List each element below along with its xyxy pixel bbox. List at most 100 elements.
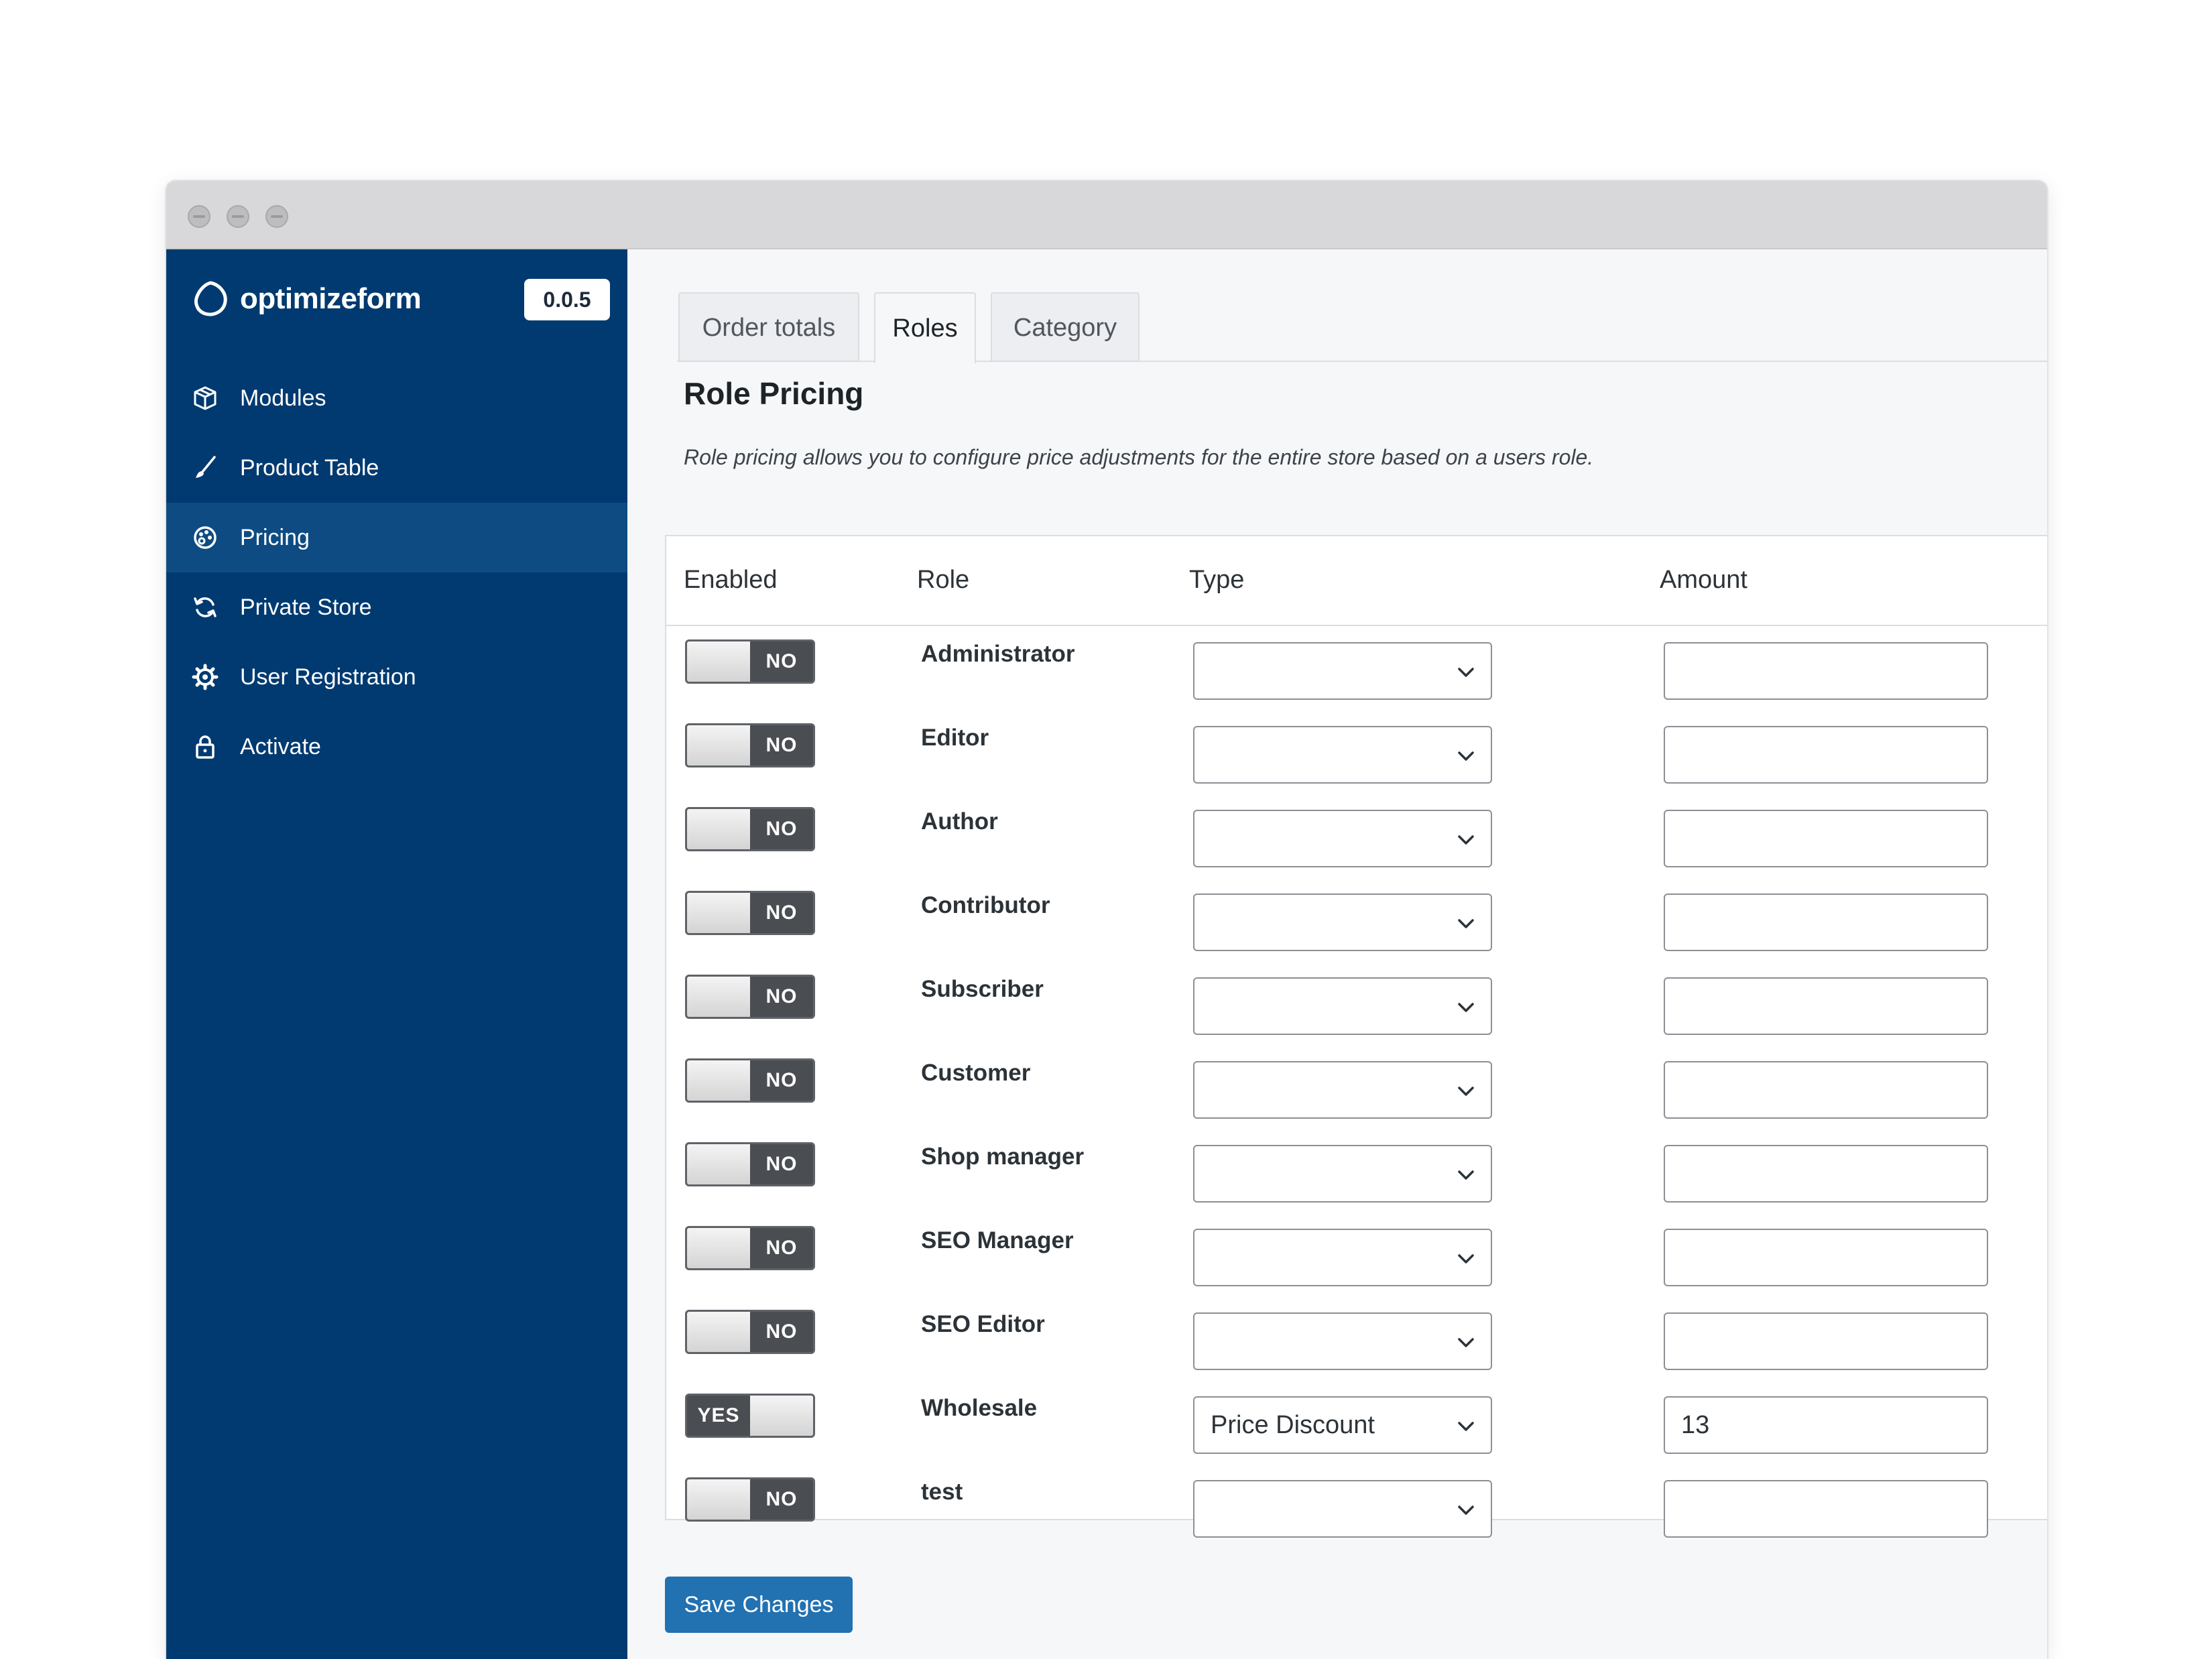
toggle-knob <box>687 977 750 1017</box>
enabled-toggle[interactable]: NO <box>685 1226 815 1270</box>
chevron-down-icon <box>1458 1170 1474 1180</box>
toggle-label: NO <box>765 1069 798 1091</box>
type-select[interactable] <box>1193 726 1492 784</box>
enabled-toggle[interactable]: NO <box>685 723 815 767</box>
role-name: Wholesale <box>921 1395 1038 1421</box>
amount-input[interactable] <box>1664 1312 1988 1370</box>
header-divider <box>666 625 2047 626</box>
enabled-toggle[interactable]: YES <box>685 1394 815 1438</box>
amount-input[interactable] <box>1664 1145 1988 1203</box>
role-pricing-table: Enabled Role Type Amount NO Administrator… <box>665 535 2047 1538</box>
amount-input[interactable] <box>1664 1229 1988 1286</box>
sidebar-item-modules[interactable]: Modules <box>166 363 627 433</box>
type-select[interactable] <box>1193 1145 1492 1203</box>
version-badge: 0.0.5 <box>524 279 610 320</box>
table-row: YES Wholesale Price Discount 13 <box>666 1381 2047 1465</box>
role-name: test <box>921 1479 963 1505</box>
amount-input[interactable]: 13 <box>1664 1396 1988 1454</box>
toggle-knob <box>687 1060 750 1101</box>
enabled-toggle[interactable]: NO <box>685 1142 815 1186</box>
column-header-enabled: Enabled <box>684 566 778 594</box>
amount-input[interactable] <box>1664 1480 1988 1538</box>
sidebar-item-activate[interactable]: Activate <box>166 712 627 782</box>
amount-input[interactable] <box>1664 726 1988 784</box>
role-name: SEO Manager <box>921 1227 1074 1253</box>
chevron-down-icon <box>1458 1338 1474 1347</box>
type-select[interactable] <box>1193 1229 1492 1286</box>
toggle-knob <box>687 641 750 682</box>
app-window: optimizeform 0.0.5 Modules Product Table… <box>166 181 2047 1659</box>
type-select[interactable] <box>1193 977 1492 1035</box>
type-select[interactable] <box>1193 642 1492 700</box>
toggle-knob <box>687 725 750 765</box>
toggle-knob <box>687 1144 750 1184</box>
table-row: NO Editor <box>666 711 2047 794</box>
type-select[interactable] <box>1193 894 1492 951</box>
cube-icon <box>190 383 220 413</box>
table-row: NO SEO Editor <box>666 1298 2047 1381</box>
palette-icon <box>190 523 220 552</box>
role-name: Customer <box>921 1060 1031 1086</box>
enabled-toggle[interactable]: NO <box>685 1058 815 1103</box>
column-header-type: Type <box>1189 566 1245 594</box>
sidebar: optimizeform 0.0.5 Modules Product Table… <box>166 249 627 1659</box>
table-row: NO SEO Manager <box>666 1214 2047 1297</box>
tab-order-totals[interactable]: Order totals <box>678 292 859 362</box>
toggle-label: NO <box>765 902 798 924</box>
role-name: Editor <box>921 725 989 751</box>
window-close-icon[interactable] <box>188 205 210 228</box>
window-minimize-icon[interactable] <box>227 205 249 228</box>
enabled-toggle[interactable]: NO <box>685 1477 815 1522</box>
toggle-label: NO <box>765 1153 798 1175</box>
tab-category[interactable]: Category <box>991 292 1140 362</box>
type-select[interactable]: Price Discount <box>1193 1396 1492 1454</box>
enabled-toggle[interactable]: NO <box>685 975 815 1019</box>
chevron-down-icon <box>1458 1254 1474 1264</box>
amount-input[interactable] <box>1664 894 1988 951</box>
sidebar-item-label: Private Store <box>240 594 372 620</box>
type-select[interactable] <box>1193 1061 1492 1119</box>
role-name: Administrator <box>921 641 1075 667</box>
role-name: SEO Editor <box>921 1311 1045 1337</box>
type-select[interactable] <box>1193 1480 1492 1538</box>
chevron-down-icon <box>1458 751 1474 761</box>
sidebar-item-private-store[interactable]: Private Store <box>166 572 627 642</box>
amount-input[interactable] <box>1664 810 1988 867</box>
sidebar-item-user-registration[interactable]: User Registration <box>166 642 627 712</box>
sidebar-item-product-table[interactable]: Product Table <box>166 433 627 503</box>
tab-roles[interactable]: Roles <box>874 292 976 363</box>
type-select[interactable] <box>1193 1312 1492 1370</box>
enabled-toggle[interactable]: NO <box>685 807 815 851</box>
toggle-label: YES <box>697 1404 740 1426</box>
table-row: NO Customer <box>666 1046 2047 1129</box>
brand-logo-icon <box>194 281 227 316</box>
table-row: NO Shop manager <box>666 1130 2047 1213</box>
amount-input[interactable] <box>1664 1061 1988 1119</box>
save-changes-button[interactable]: Save Changes <box>665 1577 853 1633</box>
enabled-toggle[interactable]: NO <box>685 639 815 684</box>
toggle-label: NO <box>765 985 798 1007</box>
section-title: Role Pricing <box>684 376 864 411</box>
type-select[interactable] <box>1193 810 1492 867</box>
sidebar-item-pricing[interactable]: Pricing <box>166 503 627 572</box>
lock-icon <box>190 732 220 761</box>
table-row: NO Subscriber <box>666 963 2047 1046</box>
role-name: Shop manager <box>921 1144 1085 1170</box>
toggle-label: NO <box>765 1237 798 1259</box>
toggle-label: NO <box>765 650 798 672</box>
chevron-down-icon <box>1458 835 1474 845</box>
role-name: Contributor <box>921 892 1050 918</box>
toggle-knob <box>687 1312 750 1352</box>
column-header-role: Role <box>917 566 970 594</box>
amount-input[interactable] <box>1664 977 1988 1035</box>
enabled-toggle[interactable]: NO <box>685 891 815 935</box>
chevron-down-icon <box>1458 1087 1474 1096</box>
sidebar-item-label: Product Table <box>240 454 379 481</box>
enabled-toggle[interactable]: NO <box>685 1310 815 1354</box>
sidebar-item-label: User Registration <box>240 664 416 690</box>
amount-input[interactable] <box>1664 642 1988 700</box>
window-titlebar <box>166 181 2047 249</box>
table-row: NO Administrator <box>666 627 2047 711</box>
window-maximize-icon[interactable] <box>265 205 288 228</box>
brand[interactable]: optimizeform <box>190 276 422 322</box>
